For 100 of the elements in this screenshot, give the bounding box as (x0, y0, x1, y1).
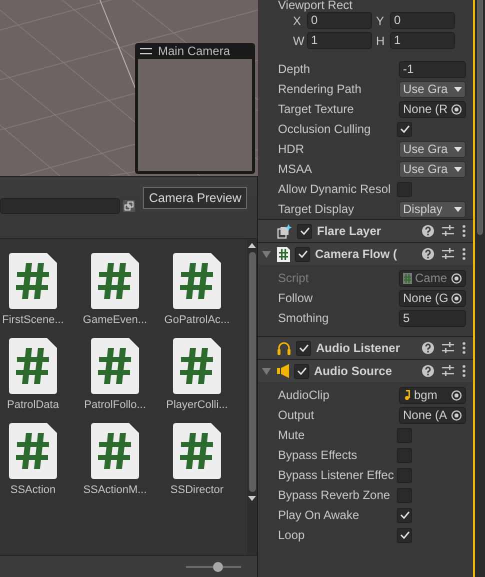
script-file-icon[interactable] (91, 423, 139, 479)
component-header[interactable]: Audio Source (258, 359, 473, 382)
target-icon[interactable] (451, 272, 462, 284)
field-label: Occlusion Culling (278, 122, 372, 136)
speaker-icon (277, 364, 289, 378)
menu-icon[interactable] (140, 48, 152, 54)
asset-name[interactable]: GameEven... (82, 314, 148, 326)
field-label: AudioClip (278, 388, 330, 402)
scrollbar[interactable] (475, 0, 485, 577)
asset-name[interactable]: FirstScene... (2, 314, 64, 326)
number-field[interactable]: 5 (399, 310, 466, 326)
asset-name[interactable]: GoPatrolAc... (164, 314, 230, 326)
target-icon[interactable] (451, 390, 462, 400)
component-header[interactable]: Camera Flow ( (258, 242, 473, 265)
foldout-arrow-icon[interactable] (262, 368, 271, 374)
dropdown[interactable]: Display (399, 200, 466, 218)
object-field[interactable]: None (R (399, 100, 466, 118)
caret-icon (454, 206, 462, 212)
script-file-icon[interactable] (173, 253, 221, 309)
object-field[interactable]: None (A (399, 406, 466, 424)
tooltip: Camera Preview (143, 187, 248, 209)
field-label: Depth (278, 62, 312, 76)
search-field[interactable] (0, 198, 120, 214)
field-label: Bypass Effects (278, 448, 358, 462)
script-file-icon[interactable] (91, 338, 139, 394)
script-file-icon[interactable] (173, 338, 221, 394)
script-file-icon[interactable] (9, 423, 57, 479)
asset-name[interactable]: SSActionM... (83, 484, 147, 496)
settings-icon[interactable] (442, 342, 454, 354)
asset-name[interactable]: SSAction (10, 484, 56, 496)
script-file-icon[interactable] (91, 253, 139, 309)
checkbox[interactable] (297, 224, 312, 238)
script-file-icon[interactable] (9, 253, 57, 309)
component-header[interactable]: Audio Listener (258, 336, 473, 359)
foldout-arrow-icon[interactable] (262, 250, 271, 258)
dropdown[interactable]: Use Gra (399, 140, 466, 158)
field-label: X (293, 14, 302, 28)
component-title: Flare Layer (317, 224, 382, 238)
number-field[interactable]: 1 (390, 32, 455, 49)
field-label: Play On Awake (278, 508, 360, 522)
asset-name[interactable]: PatrolData (7, 399, 59, 411)
field-label: Loop (278, 528, 306, 542)
more-icon[interactable] (462, 342, 466, 354)
checkbox[interactable] (295, 246, 310, 262)
field-label: Y (376, 14, 386, 28)
check-icon (400, 531, 410, 539)
target-icon[interactable] (450, 104, 462, 114)
field-label: Bypass Reverb Zone (278, 488, 392, 502)
checkbox[interactable] (397, 122, 412, 136)
settings-icon[interactable] (442, 248, 454, 260)
number-field[interactable]: 1 (307, 32, 372, 49)
help-icon[interactable] (422, 225, 434, 237)
checkbox[interactable] (397, 508, 412, 522)
field-label: Mute (278, 428, 306, 442)
help-icon[interactable] (422, 248, 434, 260)
object-field[interactable]: None (G (399, 290, 466, 306)
more-icon[interactable] (462, 248, 466, 260)
field-label: Allow Dynamic Resol (278, 182, 392, 196)
field-label: Output (278, 408, 316, 422)
field-label: H (376, 34, 386, 48)
component-title: Camera Flow ( (315, 247, 398, 261)
audio-clip-field[interactable]: bgm (399, 386, 466, 404)
dropdown[interactable]: Use Gra (399, 160, 466, 178)
scrollbar[interactable] (247, 239, 257, 555)
music-note-icon (403, 390, 411, 400)
settings-icon[interactable] (442, 225, 454, 237)
asset-name[interactable]: SSDirector (170, 484, 224, 496)
checkbox[interactable] (294, 364, 309, 378)
number-field[interactable]: 0 (390, 12, 455, 29)
scroll-down-icon[interactable] (248, 496, 256, 501)
asset-name[interactable]: PatrolFollo... (84, 399, 146, 411)
scroll-up-icon[interactable] (248, 243, 256, 248)
settings-icon[interactable] (442, 365, 454, 377)
component-title: Audio Source (314, 364, 394, 378)
caret-icon (454, 86, 462, 92)
script-file-icon[interactable] (173, 423, 221, 479)
component-header[interactable]: Flare Layer (258, 219, 473, 242)
checkbox[interactable] (397, 528, 412, 542)
help-icon[interactable] (422, 365, 434, 377)
checkbox[interactable] (296, 340, 311, 356)
number-field[interactable]: -1 (399, 60, 466, 78)
more-icon[interactable] (462, 365, 466, 377)
check-icon (296, 367, 306, 375)
number-field[interactable]: 0 (307, 12, 372, 29)
caret-icon (454, 146, 462, 152)
script-file-icon[interactable] (9, 338, 57, 394)
target-icon[interactable] (451, 410, 462, 420)
more-icon[interactable] (462, 225, 466, 237)
check-icon (298, 344, 308, 352)
window-icon[interactable] (122, 199, 136, 213)
field-label: Viewport Rect (277, 0, 354, 11)
field-label: Target Texture (278, 102, 355, 116)
script-file-icon (277, 246, 290, 262)
asset-name[interactable]: PlayerColli... (166, 399, 228, 411)
target-icon[interactable] (451, 292, 462, 304)
caret-icon (454, 166, 462, 172)
field-label: Bypass Listener Effec (278, 468, 395, 482)
field-label: W (293, 34, 306, 48)
dropdown[interactable]: Use Gra (399, 80, 466, 98)
help-icon[interactable] (422, 342, 434, 354)
